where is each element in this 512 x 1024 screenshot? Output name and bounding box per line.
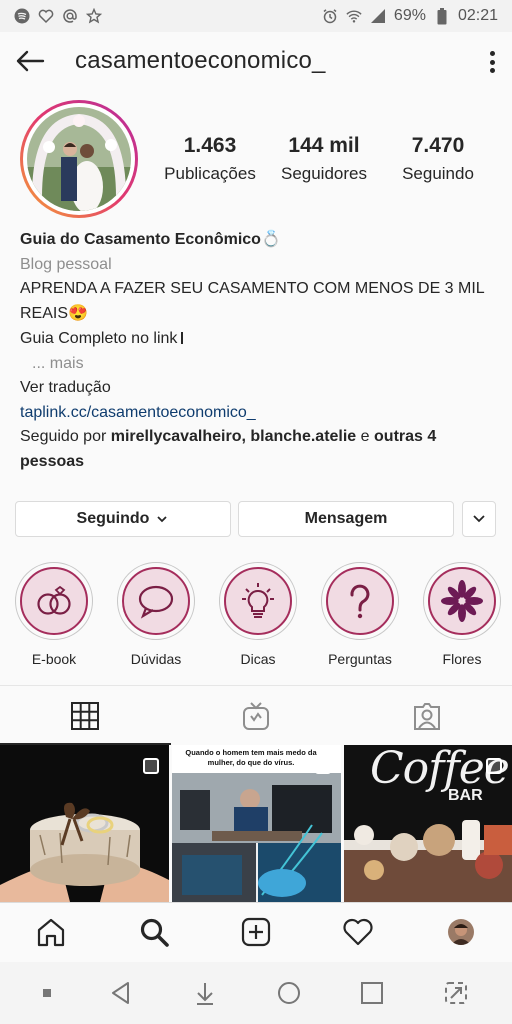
nav-activity[interactable] xyxy=(338,912,378,952)
highlight-label: E-book xyxy=(31,651,77,667)
select-checkbox[interactable] xyxy=(486,758,502,774)
igtv-icon xyxy=(243,701,269,730)
followed-by-text[interactable]: Seguido por mirellycavalheiro, blanche.a… xyxy=(20,425,490,474)
post-caption-bar: BAR xyxy=(448,787,483,804)
select-checkbox[interactable] xyxy=(315,758,331,774)
bio-website-link[interactable]: taplink.cc/casamentoeconomico_ xyxy=(20,401,490,426)
home-icon xyxy=(38,918,65,946)
profile-category: Blog pessoal xyxy=(20,255,112,273)
dot xyxy=(489,51,495,56)
nav-new-post[interactable] xyxy=(236,912,276,952)
post-thumbnail[interactable]: Coffee BAR xyxy=(344,745,512,902)
bio-text-line-1: APRENDA A FAZER SEU CASAMENTO COM MENOS … xyxy=(20,280,485,322)
star-icon xyxy=(86,8,102,24)
nav-home[interactable] xyxy=(31,912,71,952)
rings-icon xyxy=(37,585,71,615)
system-icons: 69% 02:21 xyxy=(322,7,498,25)
status-bar: 69% 02:21 xyxy=(0,0,512,32)
profile-display-name: Guia do Casamento Econômico💍 xyxy=(20,231,281,248)
translate-link[interactable]: Ver tradução xyxy=(20,376,490,401)
tab-tagged[interactable] xyxy=(341,686,512,745)
speech-bubble-icon xyxy=(138,585,174,619)
highlight-perguntas[interactable]: Perguntas xyxy=(320,562,400,667)
stat-followers[interactable]: 144 mil Seguidores xyxy=(260,134,388,184)
post-thumbnail[interactable]: Quando o homem tem mais medo da mulher, … xyxy=(172,745,341,902)
nav-profile[interactable] xyxy=(441,912,481,952)
hide-keyboard-icon[interactable] xyxy=(192,980,218,1006)
suggested-accounts-button[interactable] xyxy=(462,501,496,537)
profile-username: casamentoeconomico_ xyxy=(75,47,326,74)
wifi-icon xyxy=(346,8,362,24)
resize-icon[interactable] xyxy=(443,980,469,1006)
arrow-left-icon xyxy=(16,50,45,72)
highlight-label: Dúvidas xyxy=(130,651,182,667)
select-checkbox[interactable] xyxy=(143,758,159,774)
posts-label: Publicações xyxy=(164,164,256,183)
recents-square-icon[interactable] xyxy=(359,980,385,1006)
android-navigation-bar xyxy=(0,962,512,1024)
signal-icon xyxy=(370,8,386,24)
flower-icon xyxy=(441,580,483,622)
back-triangle-icon[interactable] xyxy=(108,980,134,1006)
highlight-duvidas[interactable]: Dúvidas xyxy=(116,562,196,667)
profile-tabs xyxy=(0,685,512,745)
battery-percent: 69% xyxy=(393,7,426,24)
profile-header: casamentoeconomico_ xyxy=(0,32,512,90)
plus-square-icon xyxy=(241,917,271,946)
followers-label: Seguidores xyxy=(280,164,367,183)
at-sign-icon xyxy=(62,8,78,24)
spotify-icon xyxy=(14,8,30,24)
followers-count: 144 mil xyxy=(288,134,360,157)
posts-count: 1.463 xyxy=(183,134,237,157)
message-button[interactable]: Mensagem xyxy=(238,501,454,537)
nav-dot xyxy=(42,989,51,997)
nav-search[interactable] xyxy=(134,912,174,952)
lightbulb-icon xyxy=(242,583,274,618)
following-button[interactable]: Seguindo xyxy=(15,501,231,537)
highlight-label: Flores xyxy=(442,651,482,667)
heart-eyes-emoji: 😍 xyxy=(68,304,88,322)
profile-avatar-small xyxy=(447,918,474,945)
tab-grid[interactable] xyxy=(0,686,171,745)
alarm-icon xyxy=(322,8,338,24)
tagged-person-icon xyxy=(413,702,440,730)
highlight-flores[interactable]: Flores xyxy=(422,562,502,667)
highlight-ebook[interactable]: E-book xyxy=(14,562,94,667)
chevron-down-icon xyxy=(473,515,485,523)
posts-grid: Quando o homem tem mais medo da mulher, … xyxy=(0,745,512,902)
options-menu-button[interactable] xyxy=(484,48,500,76)
pointing-down-icon xyxy=(181,332,184,344)
avatar-photo xyxy=(27,107,131,211)
battery-icon xyxy=(434,7,450,24)
clock: 02:21 xyxy=(457,7,498,24)
post-thumbnail[interactable] xyxy=(0,745,169,902)
ring-emoji: 💍 xyxy=(260,231,281,248)
search-icon xyxy=(140,918,169,947)
notification-icons xyxy=(14,8,102,24)
home-circle-icon[interactable] xyxy=(276,980,302,1006)
stat-following[interactable]: 7.470 Seguindo xyxy=(388,134,488,184)
following-label: Seguindo xyxy=(402,164,474,183)
bio-more-link[interactable]: ... mais xyxy=(20,352,490,377)
dot xyxy=(489,59,495,65)
following-count: 7.470 xyxy=(411,134,465,157)
heart-icon xyxy=(343,918,373,945)
chevron-down-icon xyxy=(157,516,168,523)
grid-icon xyxy=(71,701,100,730)
back-button[interactable] xyxy=(0,32,60,90)
dot xyxy=(489,68,495,73)
heart-notification-icon xyxy=(38,8,54,24)
profile-stats: 1.463 Publicações 144 mil Seguidores 7.4… xyxy=(160,134,490,184)
profile-bio: Guia do Casamento Econômico💍 Blog pessoa… xyxy=(20,228,490,474)
stat-posts[interactable]: 1.463 Publicações xyxy=(160,134,260,184)
highlight-label: Dicas xyxy=(240,651,276,667)
highlight-label: Perguntas xyxy=(328,651,392,667)
bio-text-line-2: Guia Completo no link xyxy=(20,327,490,352)
highlight-dicas[interactable]: Dicas xyxy=(218,562,298,667)
bottom-navigation xyxy=(0,902,512,960)
tab-igtv[interactable] xyxy=(171,686,342,745)
profile-avatar[interactable] xyxy=(20,100,138,218)
question-mark-icon xyxy=(350,584,370,619)
